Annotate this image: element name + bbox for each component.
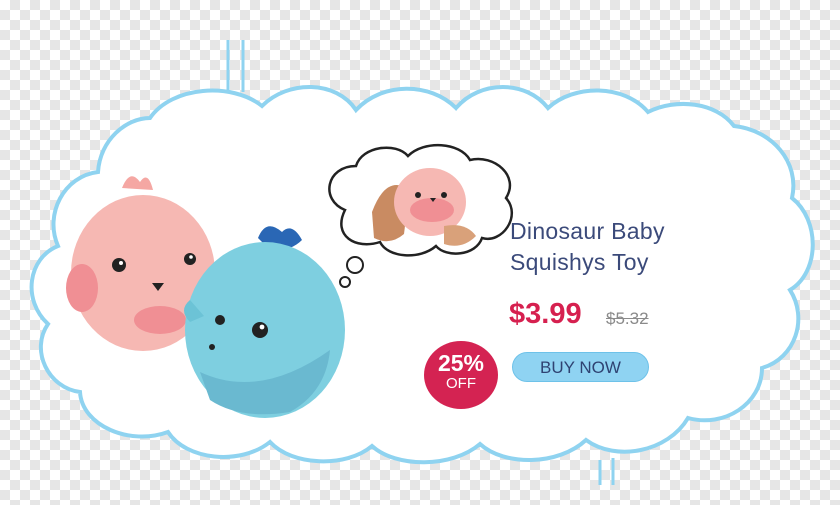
product-title-line-2: Squishys Toy <box>510 249 649 275</box>
discount-off-label: OFF <box>446 375 476 392</box>
product-title: Dinosaur Baby Squishys Toy <box>510 216 740 278</box>
product-title-line-1: Dinosaur Baby <box>510 218 665 244</box>
buy-now-button[interactable]: BUY NOW <box>512 352 649 382</box>
discount-badge: 25% OFF <box>424 341 498 409</box>
discount-percent: 25% <box>437 350 485 376</box>
ad-banner: Dinosaur Baby Squishys Toy $3.99 $5.32 2… <box>0 0 840 505</box>
original-price: $5.32 <box>606 309 649 328</box>
sale-price: $3.99 <box>509 298 582 330</box>
